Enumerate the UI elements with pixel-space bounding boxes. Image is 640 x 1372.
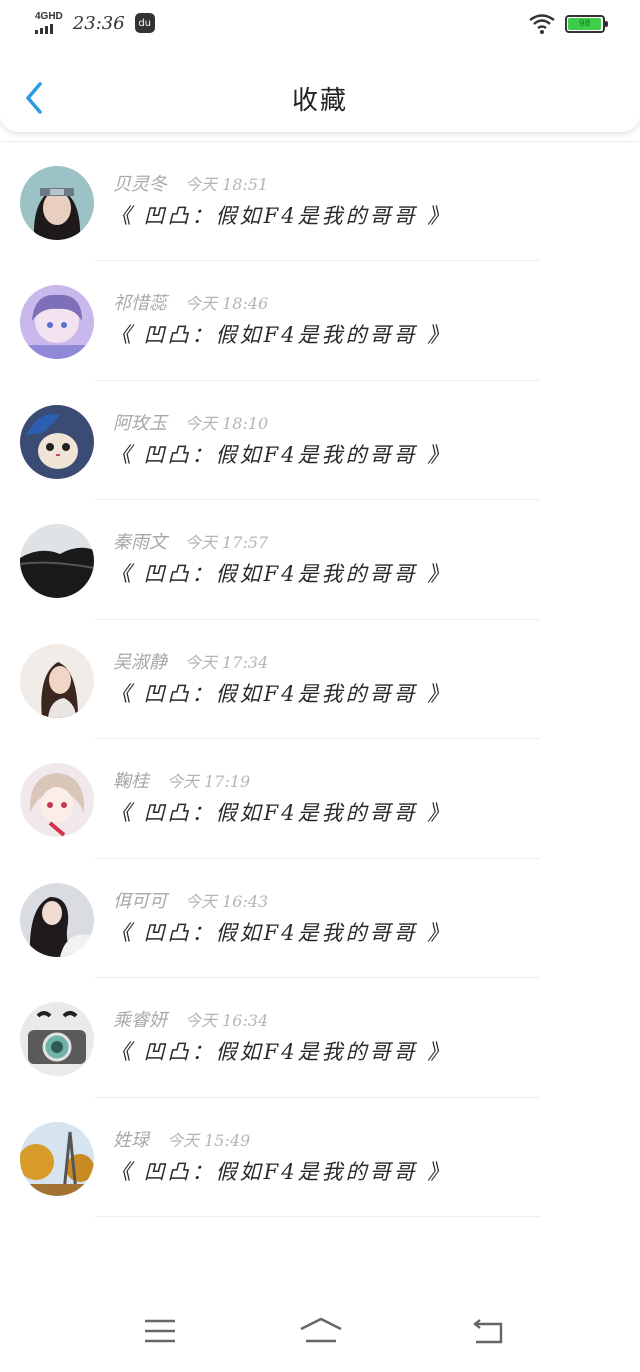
author-name: 阿玫玉: [113, 412, 167, 434]
story-title: 《 凹凸：假如F4是我的哥哥 》: [110, 323, 452, 347]
author-name: 贝灵冬: [113, 173, 167, 195]
favorites-list[interactable]: 叶哥开今天 19:01《 凹凸：假如F4是我的哥哥 》贝灵冬今天 18:51《 …: [0, 100, 640, 1292]
item-meta: 佴可可 今天 16:43: [113, 887, 268, 913]
return-icon: [473, 1319, 503, 1344]
timestamp: 今天 15:49: [167, 1130, 251, 1150]
item-meta: 乘睿妍 今天 16:34: [113, 1006, 268, 1032]
list-item[interactable]: 祁惜蕊 今天 18:46 《 凹凸：假如F4是我的哥哥 》: [0, 261, 640, 381]
author-name: 乘睿妍: [113, 1010, 167, 1031]
author-name: 祁惜蕊: [113, 293, 167, 314]
avatar[interactable]: [20, 1002, 94, 1076]
item-meta: 阿玫玉 今天 18:10: [113, 409, 268, 435]
list-item[interactable]: 鞠桂 今天 17:19 《 凹凸：假如F4是我的哥哥 》: [0, 739, 640, 859]
avatar[interactable]: [20, 643, 94, 718]
story-title: 《 凹凸：假如F4是我的哥哥 》: [110, 1040, 452, 1064]
story-title: 《 凹凸：假如F4是我的哥哥 》: [110, 203, 452, 228]
item-meta: 姓琭 今天 15:49: [113, 1126, 250, 1152]
timestamp: 今天 17:34: [185, 652, 269, 672]
list-item[interactable]: 秦雨文 今天 17:57 《 凹凸：假如F4是我的哥哥 》: [0, 500, 640, 620]
wifi-icon: [529, 14, 555, 34]
item-meta: 祁惜蕊 今天 18:46: [113, 289, 268, 315]
network-type: 4GHD: [35, 11, 63, 22]
divider: [95, 1216, 540, 1217]
menu-icon: [145, 1319, 175, 1343]
item-meta: 鞠桂 今天 17:19: [113, 767, 250, 793]
item-meta: 贝灵冬 今天 18:51: [113, 170, 268, 196]
story-title: 《 凹凸：假如F4是我的哥哥 》: [110, 442, 452, 467]
status-bar: 4GHD 23:36 du 98: [0, 0, 640, 50]
timestamp: 今天 17:19: [167, 772, 251, 791]
list-item[interactable]: 阿玫玉 今天 18:10 《 凹凸：假如F4是我的哥哥 》: [0, 381, 640, 500]
app-header: 收藏: [0, 50, 640, 132]
clock: 23:36: [72, 12, 125, 34]
author-name: 鞠桂: [113, 771, 149, 792]
item-meta: 吴淑静 今天 17:34: [113, 648, 268, 674]
list-item[interactable]: 贝灵冬 今天 18:51 《 凹凸：假如F4是我的哥哥 》: [0, 142, 640, 261]
home-icon: [300, 1317, 342, 1343]
author-name: 姓琭: [113, 1129, 149, 1151]
battery-fill: 98: [568, 18, 602, 30]
list-item[interactable]: 姓琭 今天 15:49 《 凹凸：假如F4是我的哥哥 》: [0, 1098, 640, 1217]
story-title: 《 凹凸：假如F4是我的哥哥 》: [110, 1159, 452, 1184]
timestamp: 今天 18:51: [185, 174, 269, 194]
list-item[interactable]: 佴可可 今天 16:43 《 凹凸：假如F4是我的哥哥 》: [0, 859, 640, 978]
network-indicator: 4GHD: [35, 12, 63, 34]
list-item[interactable]: 乘睿妍 今天 16:34 《 凹凸：假如F4是我的哥哥 》: [0, 978, 640, 1098]
timestamp: 今天 17:57: [185, 533, 269, 552]
avatar[interactable]: [20, 882, 94, 957]
timestamp: 今天 16:34: [185, 1011, 269, 1030]
battery-level: 98: [578, 19, 591, 29]
story-title: 《 凹凸：假如F4是我的哥哥 》: [110, 681, 452, 706]
story-title: 《 凹凸：假如F4是我的哥哥 》: [110, 562, 452, 586]
story-title: 《 凹凸：假如F4是我的哥哥 》: [110, 920, 452, 945]
menu-button[interactable]: [142, 1316, 182, 1346]
author-name: 佴可可: [113, 890, 167, 912]
page-title: 收藏: [291, 86, 348, 116]
return-button[interactable]: [470, 1316, 510, 1346]
story-title: 《 凹凸：假如F4是我的哥哥 》: [110, 801, 452, 825]
timestamp: 今天 18:46: [185, 294, 269, 313]
avatar[interactable]: [20, 1121, 94, 1196]
avatar[interactable]: [20, 524, 94, 598]
avatar[interactable]: [20, 404, 94, 479]
timestamp: 今天 18:10: [185, 413, 269, 433]
status-left: 4GHD 23:36 du: [35, 12, 155, 34]
item-meta: 秦雨文 今天 17:57: [113, 528, 268, 554]
status-right: 98: [529, 14, 608, 34]
avatar[interactable]: [20, 763, 94, 837]
battery-icon: 98: [565, 15, 608, 33]
author-name: 吴淑静: [113, 651, 167, 673]
avatar[interactable]: [20, 165, 94, 240]
list-item[interactable]: 吴淑静 今天 17:34 《 凹凸：假如F4是我的哥哥 》: [0, 620, 640, 739]
avatar[interactable]: [20, 285, 94, 359]
signal-icon: [35, 24, 53, 34]
home-button[interactable]: [298, 1316, 344, 1346]
author-name: 秦雨文: [113, 532, 167, 553]
system-nav-bar: [0, 1292, 640, 1372]
app-notification-icon: du: [134, 13, 155, 33]
timestamp: 今天 16:43: [185, 891, 269, 911]
